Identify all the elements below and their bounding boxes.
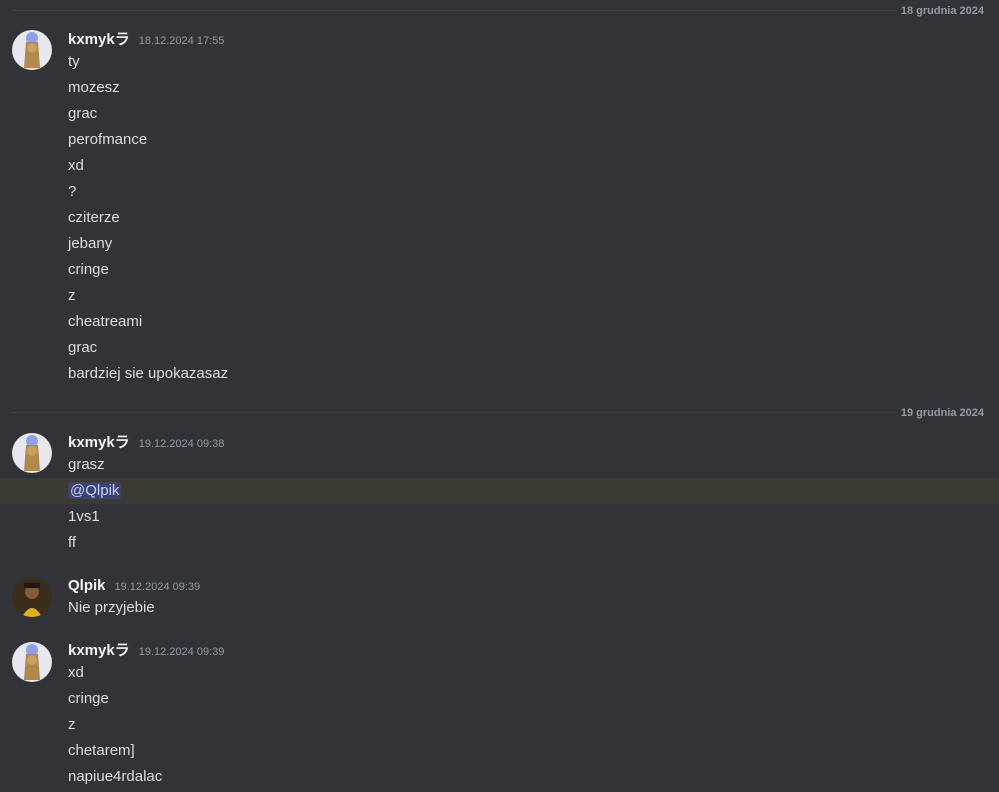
message-line: z	[68, 287, 76, 304]
message-line: bardziej sie upokazasaz	[68, 365, 229, 382]
message-line: grac	[68, 105, 98, 122]
date-divider: 19 grudnia 2024	[12, 406, 985, 420]
chat-messages[interactable]: 18 grudnia 2024 kxmykラ 18.12.2024 17:55 …	[0, 0, 999, 792]
message-header: kxmykラ 19.12.2024 09:39	[68, 641, 224, 662]
message-line: @Qlpik	[68, 481, 122, 501]
message-line: cheatreami	[68, 313, 143, 330]
date-divider-label: 19 grudnia 2024	[894, 406, 985, 420]
user-mention[interactable]: @Qlpik	[68, 482, 122, 499]
message-header: kxmykラ 18.12.2024 17:55	[68, 30, 224, 51]
message-line: grac	[68, 339, 98, 356]
message-line: jebany	[68, 235, 113, 252]
message-line: perofmance	[68, 131, 148, 148]
message-line: Nie przyjebie	[68, 599, 155, 616]
message-line: cziterze	[68, 209, 120, 226]
message-line: grasz	[68, 456, 105, 473]
timestamp[interactable]: 19.12.2024 09:39	[115, 577, 201, 597]
message-line: mozesz	[68, 79, 120, 96]
date-divider: 18 grudnia 2024	[12, 4, 985, 18]
avatar-kxmyk[interactable]	[12, 30, 52, 70]
username[interactable]: kxmykラ	[68, 30, 130, 50]
message-header: Qlpik 19.12.2024 09:39	[68, 576, 200, 597]
message-line: cringe	[68, 261, 109, 278]
timestamp[interactable]: 18.12.2024 17:55	[139, 31, 225, 51]
message-line: z	[68, 716, 76, 733]
message-line: ff	[68, 534, 77, 551]
timestamp[interactable]: 19.12.2024 09:39	[139, 642, 225, 662]
message-line: xd	[68, 664, 84, 681]
username[interactable]: kxmykラ	[68, 433, 130, 453]
message-line: napiue4rdalac	[68, 768, 163, 785]
username[interactable]: Qlpik	[68, 576, 106, 596]
avatar-kxmyk[interactable]	[12, 642, 52, 682]
message-line: ty	[68, 53, 80, 70]
message-line: 1vs1	[68, 508, 100, 525]
message-line: xd	[68, 157, 84, 174]
message-header: kxmykラ 19.12.2024 09:38	[68, 433, 224, 454]
username[interactable]: kxmykラ	[68, 641, 130, 661]
mention-highlight-row	[0, 478, 999, 504]
message-line: chetarem]	[68, 742, 135, 759]
message-line: ?	[68, 183, 77, 200]
message-line: cringe	[68, 690, 109, 707]
timestamp[interactable]: 19.12.2024 09:38	[139, 434, 225, 454]
avatar-kxmyk[interactable]	[12, 433, 52, 473]
avatar-qlpik[interactable]	[12, 577, 52, 617]
date-divider-label: 18 grudnia 2024	[894, 4, 985, 18]
